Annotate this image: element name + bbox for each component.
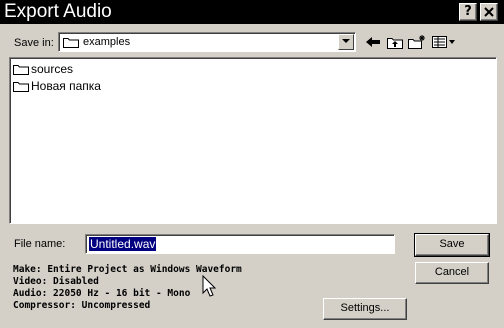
compressor-info: Compressor: Uncompressed (13, 300, 151, 311)
video-info: Video: Disabled (13, 276, 99, 287)
folder-icon (63, 38, 79, 48)
settings-button[interactable]: Settings... (323, 298, 407, 320)
dropdown-arrow-icon[interactable] (338, 34, 354, 50)
file-name-value: Untitled.wav (89, 237, 157, 251)
cancel-button[interactable]: Cancel (415, 262, 489, 284)
up-folder-icon[interactable] (384, 32, 406, 52)
file-name-field[interactable]: Untitled.wav (85, 234, 395, 254)
save-in-value: examples (83, 36, 131, 48)
view-menu-icon[interactable] (430, 32, 458, 52)
file-name-label: File name: (14, 238, 66, 250)
file-name: sources (31, 62, 74, 76)
help-button[interactable]: ? (459, 3, 477, 21)
save-in-dropdown[interactable]: examples (58, 32, 356, 52)
folder-icon (13, 82, 29, 92)
file-name: Новая папка (31, 79, 101, 93)
close-button[interactable] (480, 3, 498, 21)
save-button[interactable]: Save (414, 233, 490, 257)
new-folder-icon[interactable] (406, 32, 428, 52)
title-bar: Export Audio ? (0, 0, 504, 24)
folder-icon (13, 65, 29, 75)
audio-info: Audio: 22050 Hz - 16 bit - Mono (13, 288, 191, 299)
back-arrow-icon[interactable] (362, 32, 384, 52)
mouse-cursor-icon (202, 275, 217, 297)
close-icon (484, 7, 494, 17)
file-list[interactable]: sources Новая папка (9, 57, 497, 224)
save-in-label: Save in: (14, 37, 54, 49)
window-title: Export Audio (4, 1, 112, 22)
